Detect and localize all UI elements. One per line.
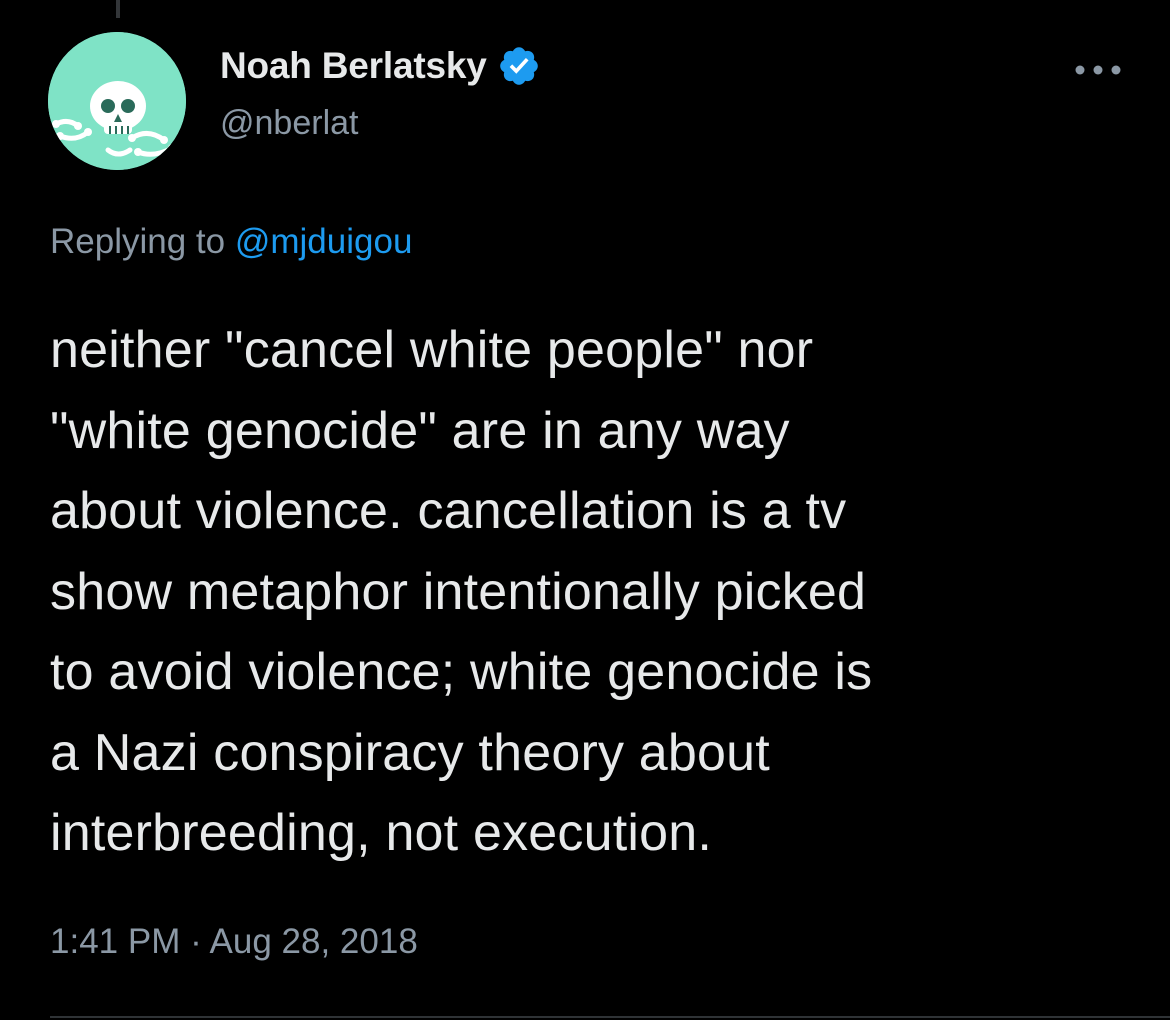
author-handle[interactable]: @nberlat: [220, 104, 358, 143]
thread-connector-line: [116, 0, 120, 18]
tweet-text-line: interbreeding, not execution.: [50, 804, 713, 862]
replying-to-label: Replying to: [50, 222, 226, 261]
tweet-text-line: a Nazi conspiracy theory about: [50, 723, 770, 782]
tweet-text: neither "cancel white people" nor "white…: [50, 310, 1140, 874]
author-name-row: Noah Berlatsky: [220, 44, 541, 88]
skull-avatar-image: [48, 32, 186, 170]
tweet-text-line: show metaphor intentionally picked: [50, 562, 867, 621]
tweet-text-line: to avoid violence; white genocide is: [50, 643, 873, 701]
tweet-text-line: neither "cancel white people" nor: [50, 321, 814, 379]
more-options-button[interactable]: [1070, 52, 1126, 88]
divider: [50, 1016, 1170, 1018]
author-display-name[interactable]: Noah Berlatsky: [220, 45, 487, 87]
tweet-text-line: "white genocide" are in any way: [50, 401, 790, 460]
tweet-timestamp[interactable]: 1:41 PM · Aug 28, 2018: [50, 922, 418, 962]
reply-mention-link[interactable]: @mjduigou: [235, 222, 413, 261]
timestamp-time: 1:41 PM: [50, 922, 181, 961]
more-options-icon: [1075, 65, 1121, 75]
timestamp-date: Aug 28, 2018: [209, 922, 418, 961]
verified-badge-icon: [497, 44, 541, 88]
avatar[interactable]: [48, 32, 186, 170]
replying-to-line: Replying to @mjduigou: [50, 222, 412, 262]
timestamp-separator: ·: [190, 922, 202, 961]
tweet-text-line: about violence. cancellation is a tv: [50, 482, 847, 540]
